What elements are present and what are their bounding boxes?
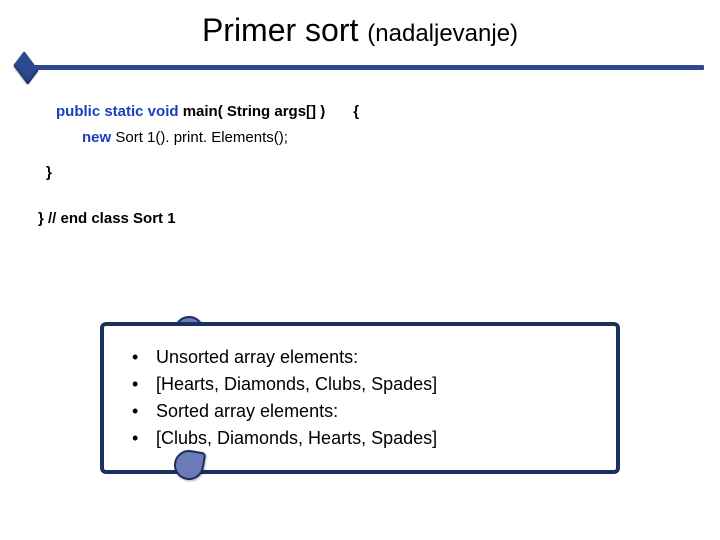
bullet-icon: • — [132, 371, 142, 398]
output-line: Unsorted array elements: — [156, 344, 358, 371]
output-line: [Clubs, Diamonds, Hearts, Spades] — [156, 425, 437, 452]
output-scroll-box: • Unsorted array elements: • [Hearts, Di… — [100, 322, 620, 474]
output-row: • [Clubs, Diamonds, Hearts, Spades] — [132, 425, 598, 452]
output-scroll-wrap: • Unsorted array elements: • [Hearts, Di… — [100, 322, 620, 474]
code-line-2: new Sort 1(). print. Elements(); — [82, 125, 720, 151]
output-line: Sorted array elements: — [156, 398, 338, 425]
output-row: • [Hearts, Diamonds, Clubs, Spades] — [132, 371, 598, 398]
bullet-icon: • — [132, 398, 142, 425]
output-line: [Hearts, Diamonds, Clubs, Spades] — [156, 371, 437, 398]
slide-title-area: Primer sort (nadaljevanje) — [0, 0, 720, 49]
open-brace: { — [353, 103, 359, 120]
output-row: • Sorted array elements: — [132, 398, 598, 425]
output-row: • Unsorted array elements: — [132, 344, 598, 371]
divider-bar — [20, 65, 704, 70]
keyword-modifiers: public static void — [56, 103, 179, 120]
title-main: Primer sort — [202, 12, 358, 48]
slide-title: Primer sort (nadaljevanje) — [0, 12, 720, 49]
code-block: public static void main( String args[] )… — [56, 99, 720, 231]
title-subtitle: (nadaljevanje) — [367, 20, 518, 47]
bullet-icon: • — [132, 425, 142, 452]
code-line-1: public static void main( String args[] )… — [56, 99, 720, 125]
keyword-new: new — [82, 129, 111, 146]
title-divider — [0, 59, 720, 79]
method-body: Sort 1(). print. Elements(); — [111, 129, 288, 146]
method-signature: main( String args[] ) — [179, 103, 326, 120]
bullet-icon: • — [132, 344, 142, 371]
code-line-3: } — [46, 160, 720, 186]
code-line-4: } // end class Sort 1 — [38, 206, 720, 232]
